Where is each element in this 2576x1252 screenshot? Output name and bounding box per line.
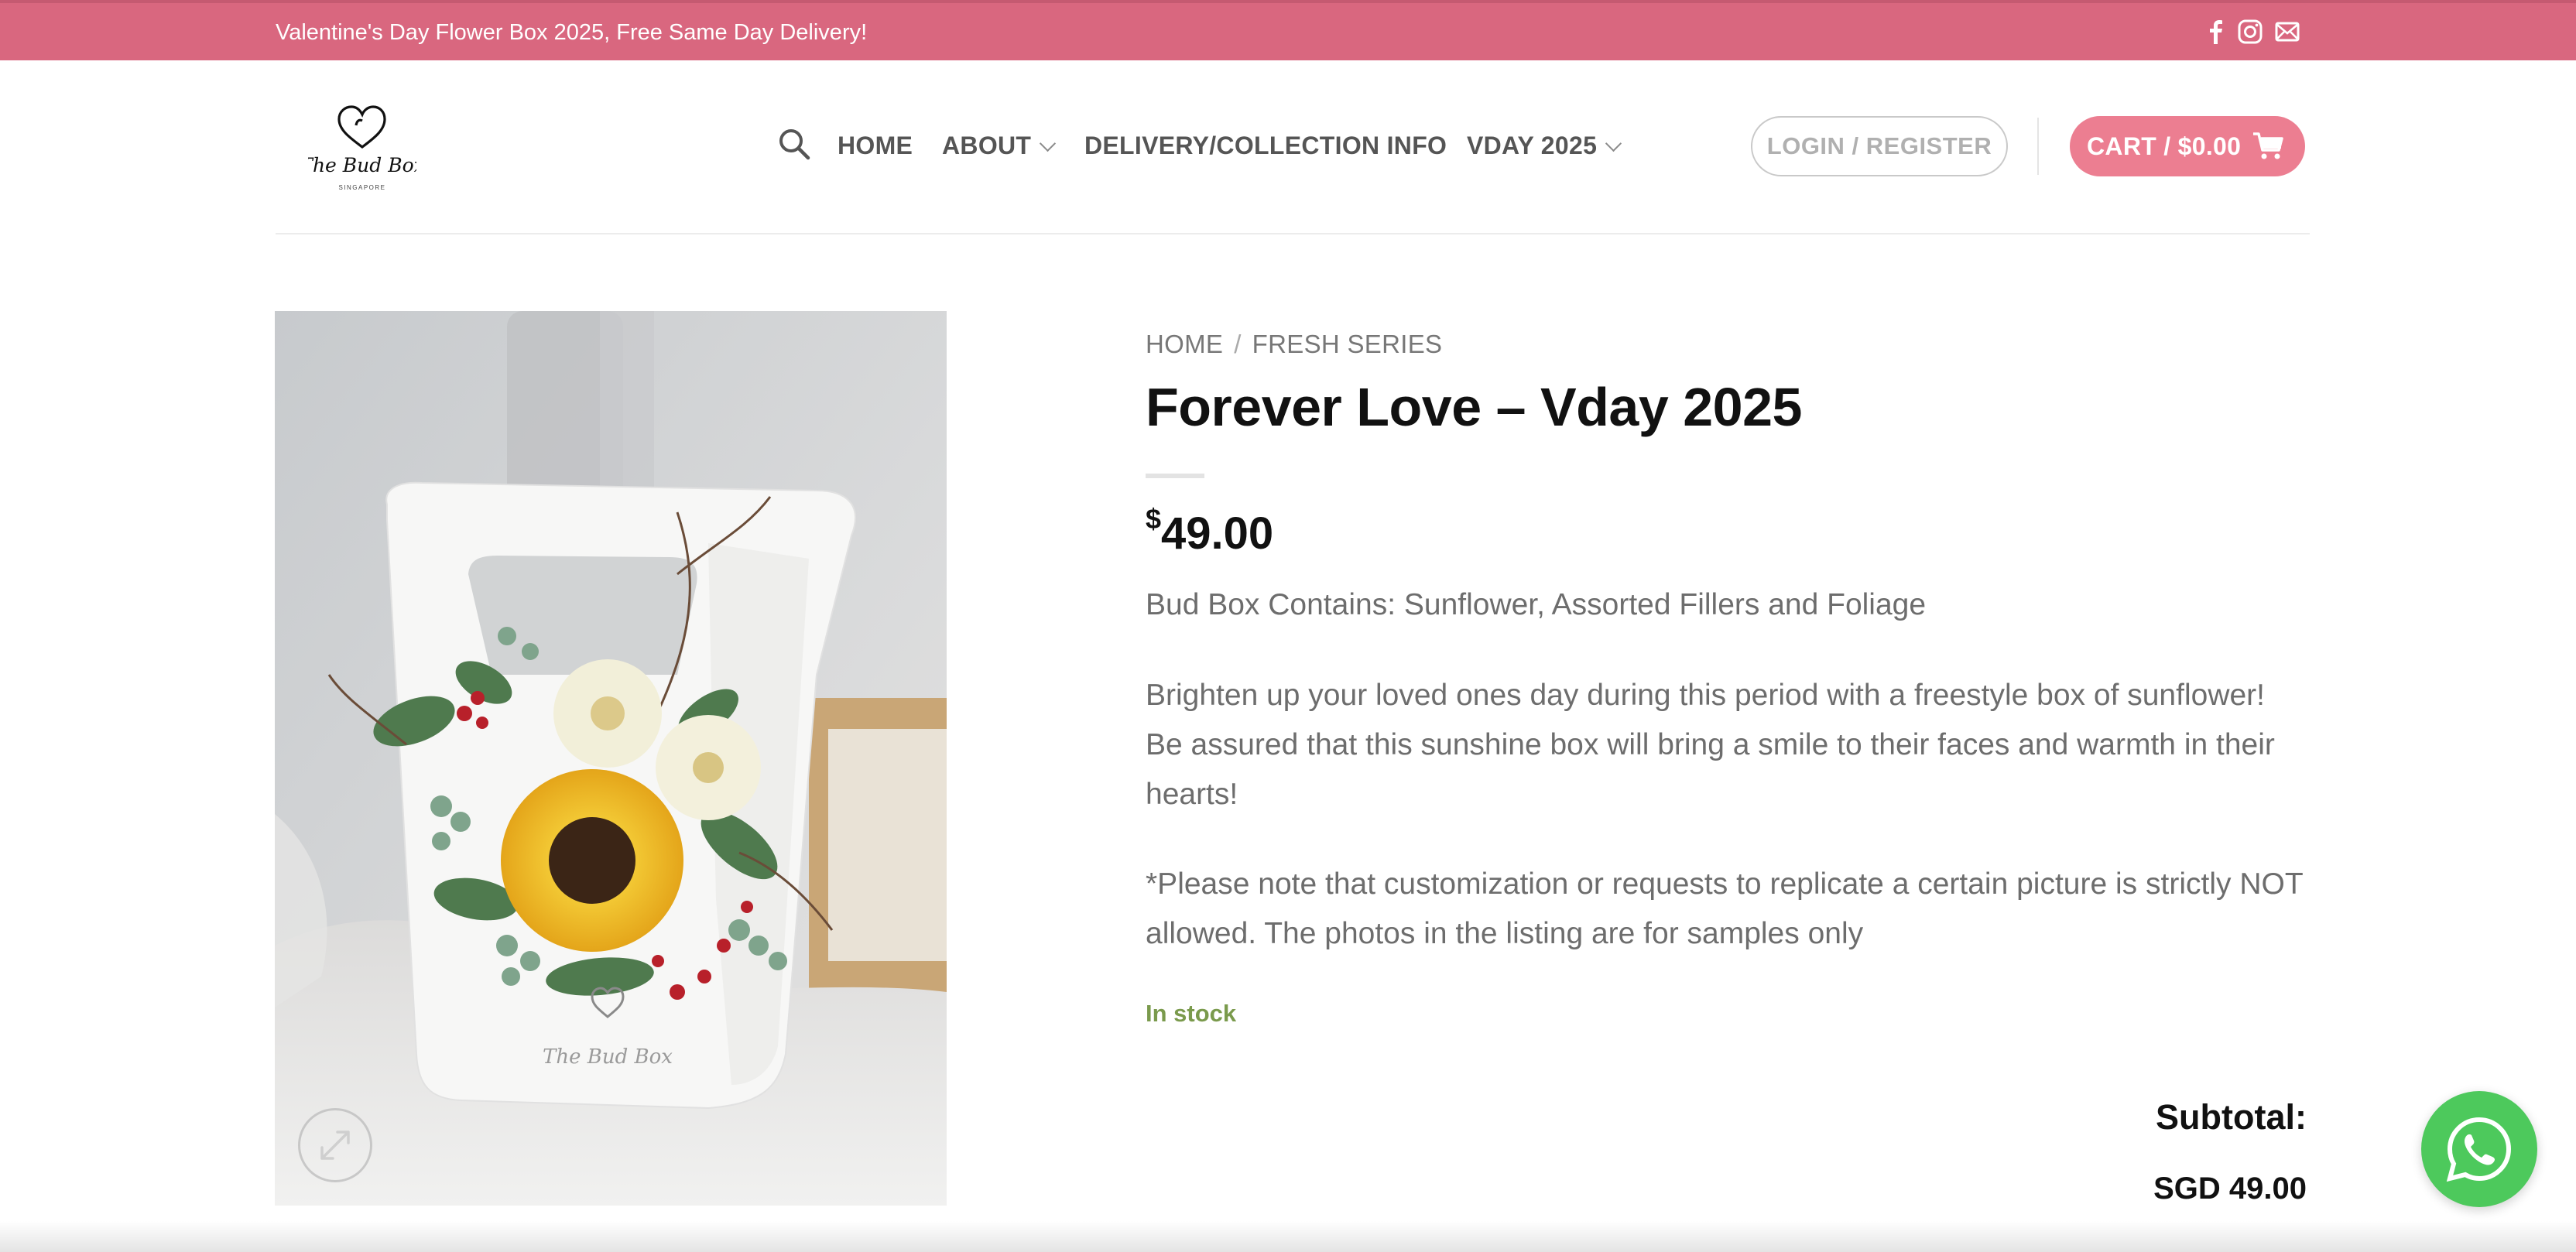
nav-vday-label: VDAY 2025 bbox=[1467, 132, 1598, 159]
breadcrumb: HOME / FRESH SERIES bbox=[1146, 330, 1442, 359]
heart-logo-icon bbox=[337, 105, 386, 149]
header-divider-line bbox=[276, 233, 2310, 234]
whatsapp-chat-button[interactable] bbox=[2421, 1091, 2537, 1207]
instagram-icon[interactable] bbox=[2237, 19, 2263, 45]
announcement-text: Valentine's Day Flower Box 2025, Free Sa… bbox=[276, 20, 868, 45]
chevron-down-icon bbox=[1605, 135, 1622, 152]
nav-about[interactable]: ABOUT bbox=[942, 132, 1057, 160]
breadcrumb-separator: / bbox=[1234, 330, 1242, 358]
breadcrumb-category[interactable]: FRESH SERIES bbox=[1252, 330, 1443, 358]
cart-icon bbox=[2253, 132, 2283, 159]
product-price: $49.00 bbox=[1146, 503, 1274, 559]
title-divider bbox=[1146, 474, 1204, 478]
zoom-button[interactable] bbox=[298, 1108, 372, 1182]
cart-button[interactable]: CART / $0.00 bbox=[2070, 116, 2305, 176]
site-logo[interactable]: The Bud Box SINGAPORE bbox=[300, 102, 425, 198]
product-description: Brighten up your loved ones day during t… bbox=[1146, 679, 2275, 811]
subtotal-value: SGD 49.00 bbox=[2153, 1172, 2307, 1206]
nav-delivery[interactable]: DELIVERY/COLLECTION INFO bbox=[1084, 132, 1447, 160]
login-register-button[interactable]: LOGIN / REGISTER bbox=[1751, 116, 2008, 176]
nav-home[interactable]: HOME bbox=[838, 132, 913, 160]
whatsapp-icon bbox=[2446, 1117, 2512, 1182]
product-contents: Bud Box Contains: Sunflower, Assorted Fi… bbox=[1146, 588, 1927, 621]
breadcrumb-home[interactable]: HOME bbox=[1146, 330, 1223, 358]
logo-subtext: SINGAPORE bbox=[338, 184, 385, 191]
nav-vday[interactable]: VDAY 2025 bbox=[1467, 132, 1622, 160]
logo-text: The Bud Box bbox=[308, 154, 416, 176]
product-note: *Please note that customization or reque… bbox=[1146, 867, 2303, 950]
announcement-bar: Valentine's Day Flower Box 2025, Free Sa… bbox=[0, 0, 2576, 60]
price-amount: 49.00 bbox=[1161, 508, 1274, 559]
bottom-shadow bbox=[0, 1221, 2576, 1252]
search-icon[interactable] bbox=[777, 127, 811, 161]
product-title: Forever Love – Vday 2025 bbox=[1146, 377, 1802, 437]
email-icon[interactable] bbox=[2274, 19, 2300, 45]
stock-status: In stock bbox=[1146, 1000, 1237, 1027]
chevron-down-icon bbox=[1040, 135, 1057, 152]
header-divider bbox=[2037, 118, 2039, 175]
product-image[interactable]: The Bud Box bbox=[275, 311, 947, 1206]
subtotal-label: Subtotal: bbox=[2156, 1097, 2307, 1137]
cart-label: CART / $0.00 bbox=[2087, 132, 2242, 160]
nav-about-label: ABOUT bbox=[942, 132, 1032, 159]
bag-print-text: The Bud Box bbox=[543, 1045, 673, 1069]
facebook-icon[interactable] bbox=[2203, 19, 2229, 45]
currency-symbol: $ bbox=[1146, 503, 1162, 535]
